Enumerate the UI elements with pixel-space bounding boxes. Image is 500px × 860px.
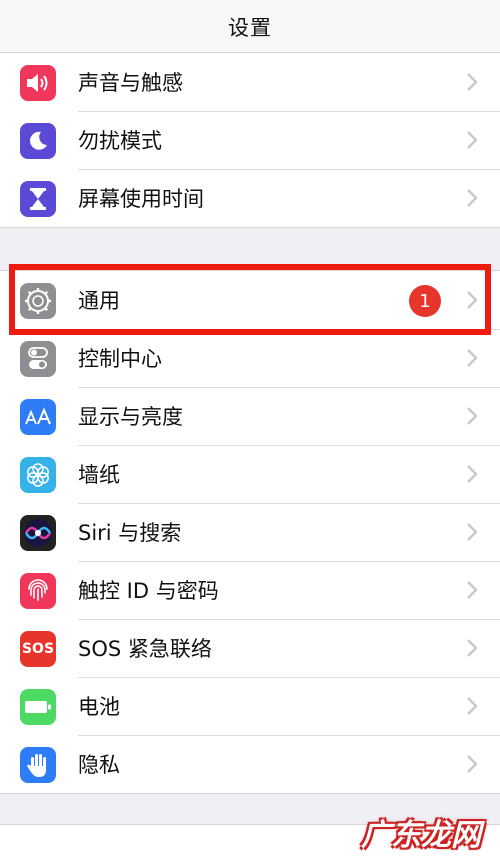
chevron-right-icon [467,523,478,541]
settings-row-privacy[interactable]: 隐私 [0,735,500,793]
settings-row-label: 通用 [78,289,120,313]
settings-row-siri-search[interactable]: Siri 与搜索 [0,503,500,561]
chevron-right-icon [467,697,478,715]
settings-row-wallpaper[interactable]: 墙纸 [0,445,500,503]
settings-row-label: 墙纸 [78,463,120,487]
settings-row-general[interactable]: 通用 1 [0,271,500,329]
settings-group-2: 通用 1 控制中心 显示与亮度 墙纸 Siri 与搜索 触控 ID 与密码 SO… [0,270,500,794]
settings-row-touch-id-passcode[interactable]: 触控 ID 与密码 [0,561,500,619]
page-title: 设置 [228,16,272,40]
settings-row-label: 声音与触感 [78,71,183,95]
settings-row-label: Siri 与搜索 [78,521,182,545]
fingerprint-icon [20,573,56,609]
settings-group-1: 声音与触感 勿扰模式 屏幕使用时间 [0,52,500,228]
settings-row-label: 显示与亮度 [78,405,183,429]
settings-row-battery[interactable]: 电池 [0,677,500,735]
sos-icon: SOS [20,631,56,667]
chevron-right-icon [467,291,478,309]
settings-row-label: 隐私 [78,753,120,777]
settings-row-label: SOS 紧急联络 [78,637,212,661]
notification-badge: 1 [409,285,441,317]
settings-row-label: 电池 [78,695,120,719]
chevron-right-icon [467,73,478,91]
chevron-right-icon [467,581,478,599]
chevron-right-icon [467,639,478,657]
settings-row-display-brightness[interactable]: 显示与亮度 [0,387,500,445]
chevron-right-icon [467,755,478,773]
settings-row-label: 勿扰模式 [78,129,162,153]
moon-icon [20,123,56,159]
flower-icon [20,457,56,493]
settings-row-emergency-sos[interactable]: SOS SOS 紧急联络 [0,619,500,677]
settings-row-label: 屏幕使用时间 [78,187,204,211]
chevron-right-icon [467,131,478,149]
gear-icon [20,283,56,319]
chevron-right-icon [467,189,478,207]
settings-row-do-not-disturb[interactable]: 勿扰模式 [0,111,500,169]
settings-row-sounds-haptics[interactable]: 声音与触感 [0,53,500,111]
settings-row-control-center[interactable]: 控制中心 [0,329,500,387]
siri-icon [20,515,56,551]
chevron-right-icon [467,349,478,367]
speaker-icon [20,65,56,101]
navigation-bar: 设置 [0,0,500,55]
hourglass-icon [20,181,56,217]
hand-icon [20,747,56,783]
chevron-right-icon [467,407,478,425]
toggle-icon [20,341,56,377]
settings-row-label: 控制中心 [78,347,162,371]
settings-row-label: 触控 ID 与密码 [78,579,219,603]
chevron-right-icon [467,465,478,483]
battery-icon [20,689,56,725]
watermark: 广东龙网 [361,818,481,853]
text-size-icon [20,399,56,435]
settings-row-screen-time[interactable]: 屏幕使用时间 [0,169,500,227]
